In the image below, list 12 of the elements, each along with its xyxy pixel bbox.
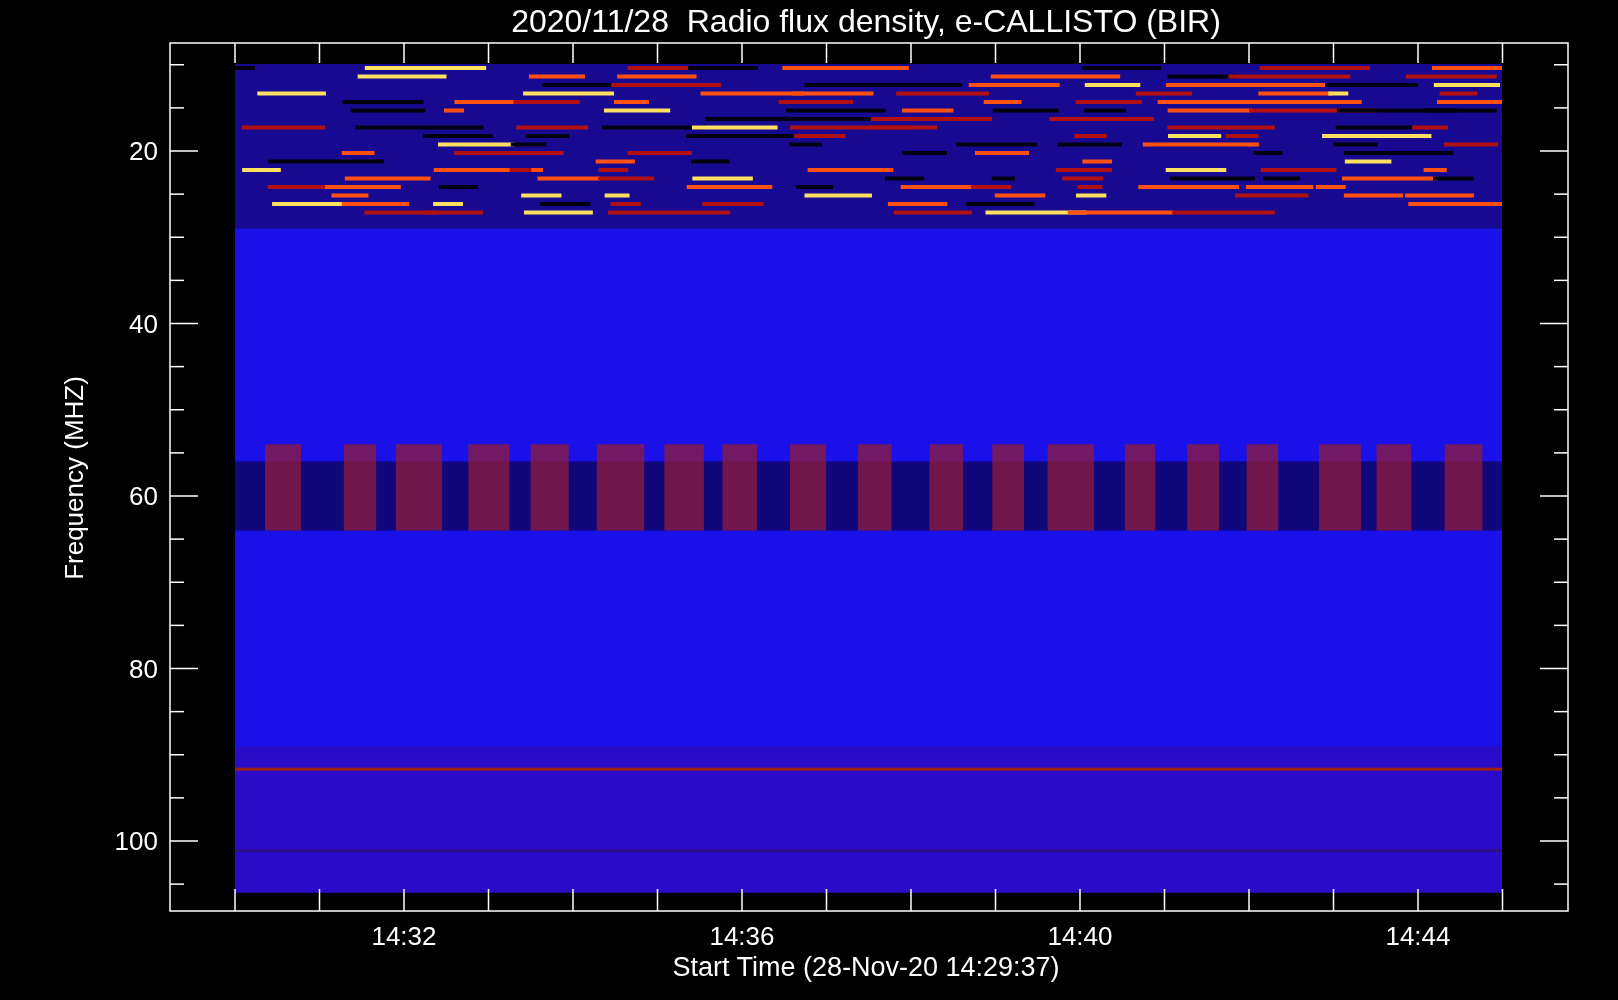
chart-title: 2020/11/28 Radio flux density, e-CALLISTO (BIR) bbox=[511, 3, 1221, 39]
y-tick-label: 80 bbox=[129, 653, 158, 684]
x-tick-label: 14:36 bbox=[709, 921, 775, 951]
x-tick-label: 14:32 bbox=[371, 921, 437, 951]
y-axis-label: Frequency (MHZ) bbox=[59, 376, 89, 580]
x-axis-label: Start Time (28-Nov-20 14:29:37) bbox=[672, 952, 1060, 982]
y-tick-label: 20 bbox=[129, 136, 158, 166]
y-tick-label: 40 bbox=[129, 308, 158, 339]
x-tick-label: 14:40 bbox=[1047, 921, 1113, 951]
y-tick-label: 60 bbox=[129, 481, 158, 511]
y-tick-label: 100 bbox=[114, 826, 158, 856]
x-tick-label: 14:44 bbox=[1385, 921, 1451, 951]
